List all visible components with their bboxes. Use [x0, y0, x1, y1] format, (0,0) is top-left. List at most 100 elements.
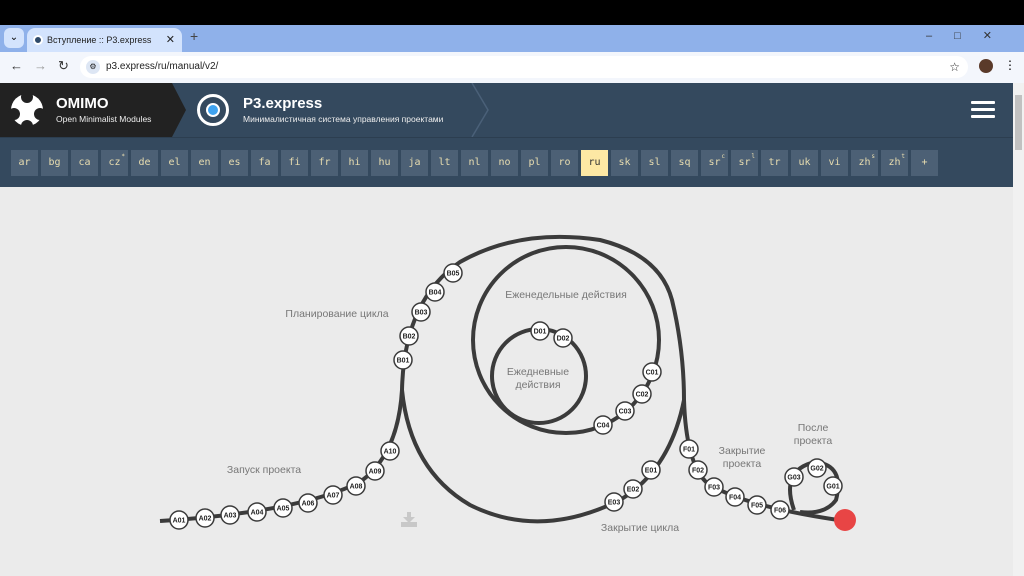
- back-icon[interactable]: ←: [10, 58, 23, 73]
- step-node-label: C02: [636, 392, 649, 399]
- step-node-label: D01: [534, 329, 547, 336]
- tab-title: Вступление :: P3.express: [47, 35, 152, 45]
- step-node-label: D02: [557, 336, 570, 343]
- step-node-D01[interactable]: D01: [530, 321, 550, 341]
- step-node-C04[interactable]: C04: [593, 415, 613, 435]
- step-node-D02[interactable]: D02: [553, 328, 573, 348]
- step-node-label: F01: [683, 447, 695, 454]
- step-node-C01[interactable]: C01: [642, 362, 662, 382]
- step-node-label: F05: [751, 503, 763, 510]
- download-icon[interactable]: [401, 512, 417, 527]
- address-bar[interactable]: ⚙ p3.express/ru/manual/v2/ ☆: [80, 56, 968, 78]
- step-node-label: B05: [447, 271, 460, 278]
- step-node-label: E03: [608, 500, 621, 507]
- label-after-2: проекта: [794, 435, 833, 447]
- scrollbar[interactable]: [1013, 83, 1024, 576]
- step-node-A01[interactable]: A01: [169, 510, 189, 530]
- new-tab-button[interactable]: +: [190, 28, 198, 44]
- step-node-label: B01: [397, 358, 410, 365]
- step-node-A10[interactable]: A10: [380, 441, 400, 461]
- browser-menu-icon[interactable]: ⋮: [1004, 58, 1016, 72]
- step-node-label: A03: [224, 513, 237, 520]
- tab-search-button[interactable]: ⌄: [4, 28, 24, 48]
- label-closure-1: Закрытие: [719, 445, 766, 457]
- profile-avatar[interactable]: [979, 59, 993, 73]
- step-node-A09[interactable]: A09: [365, 461, 385, 481]
- site-settings-icon[interactable]: ⚙: [86, 60, 100, 74]
- step-node-B03[interactable]: B03: [411, 302, 431, 322]
- step-node-label: A01: [173, 518, 186, 525]
- step-node-label: B03: [415, 310, 428, 317]
- step-node-B04[interactable]: B04: [425, 282, 445, 302]
- step-node-E01[interactable]: E01: [641, 460, 661, 480]
- label-daily-1: Ежедневные: [507, 366, 569, 378]
- nav-bar: ← → ↻ ⚙ p3.express/ru/manual/v2/ ☆ ⋮: [0, 52, 1024, 83]
- step-node-C02[interactable]: C02: [632, 384, 652, 404]
- label-daily-2: действия: [515, 379, 560, 391]
- step-node-A04[interactable]: A04: [247, 502, 267, 522]
- step-node-label: A05: [277, 506, 290, 513]
- scrollbar-thumb[interactable]: [1015, 95, 1022, 150]
- favicon-icon: [33, 35, 43, 45]
- step-node-G01[interactable]: G01: [823, 476, 843, 496]
- step-node-label: A06: [302, 501, 315, 508]
- close-tab-icon[interactable]: ✕: [166, 28, 175, 52]
- step-node-label: G02: [810, 466, 823, 473]
- process-diagram: Планирование цикла Еженедельные действия…: [159, 234, 856, 534]
- step-node-B01[interactable]: B01: [393, 350, 413, 370]
- end-marker: [834, 509, 856, 531]
- step-node-F06[interactable]: F06: [770, 500, 790, 520]
- step-node-label: A02: [199, 516, 212, 523]
- reload-icon[interactable]: ↻: [58, 58, 69, 74]
- window-controls[interactable]: –□✕: [926, 29, 1014, 42]
- step-node-label: E01: [645, 468, 658, 475]
- step-node-F04[interactable]: F04: [725, 487, 745, 507]
- step-node-B02[interactable]: B02: [399, 326, 419, 346]
- label-after-1: После: [798, 422, 829, 434]
- step-node-label: C04: [597, 423, 610, 430]
- label-cycle-close: Закрытие цикла: [601, 522, 679, 534]
- tab-bar: ⌄ Вступление :: P3.express ✕ + –□✕: [0, 25, 1024, 52]
- step-node-label: E02: [627, 487, 640, 494]
- step-node-G02[interactable]: G02: [807, 458, 827, 478]
- step-node-A05[interactable]: A05: [273, 498, 293, 518]
- step-node-A06[interactable]: A06: [298, 493, 318, 513]
- step-node-label: C01: [646, 370, 659, 377]
- step-node-label: F02: [692, 468, 704, 475]
- step-node-label: F04: [729, 495, 741, 502]
- label-weekly: Еженедельные действия: [505, 289, 627, 301]
- step-node-label: B04: [429, 290, 442, 297]
- cycle-outer-loop: [400, 389, 686, 524]
- step-node-E02[interactable]: E02: [623, 479, 643, 499]
- forward-icon[interactable]: →: [34, 58, 47, 73]
- step-node-F01[interactable]: F01: [679, 439, 699, 459]
- step-node-label: B02: [403, 334, 416, 341]
- browser-tab[interactable]: Вступление :: P3.express ✕: [27, 28, 182, 52]
- step-node-label: A04: [251, 510, 264, 517]
- step-node-A08[interactable]: A08: [346, 476, 366, 496]
- step-node-label: A10: [384, 449, 397, 456]
- step-node-label: F06: [774, 508, 786, 515]
- url-text: p3.express/ru/manual/v2/: [106, 61, 219, 72]
- step-node-label: A07: [327, 493, 340, 500]
- launch-track: [159, 234, 686, 523]
- step-node-label: A08: [350, 484, 363, 491]
- step-node-label: G03: [787, 475, 800, 482]
- step-node-E03[interactable]: E03: [604, 492, 624, 512]
- label-launch: Запуск проекта: [227, 464, 301, 476]
- step-node-C03[interactable]: C03: [615, 401, 635, 421]
- step-node-label: A09: [369, 469, 382, 476]
- step-node-F03[interactable]: F03: [704, 477, 724, 497]
- step-node-G03[interactable]: G03: [784, 467, 804, 487]
- step-node-A07[interactable]: A07: [323, 485, 343, 505]
- step-node-label: F03: [708, 485, 720, 492]
- step-node-F02[interactable]: F02: [688, 460, 708, 480]
- step-node-A03[interactable]: A03: [220, 505, 240, 525]
- bookmark-star-icon[interactable]: ☆: [949, 56, 960, 78]
- label-closure-2: проекта: [723, 458, 762, 470]
- step-node-label: C03: [619, 409, 632, 416]
- step-node-B05[interactable]: B05: [443, 263, 463, 283]
- step-node-A02[interactable]: A02: [195, 508, 215, 528]
- browser-chrome: ⌄ Вступление :: P3.express ✕ + –□✕ ← → ↻ …: [0, 25, 1024, 83]
- step-node-F05[interactable]: F05: [747, 495, 767, 515]
